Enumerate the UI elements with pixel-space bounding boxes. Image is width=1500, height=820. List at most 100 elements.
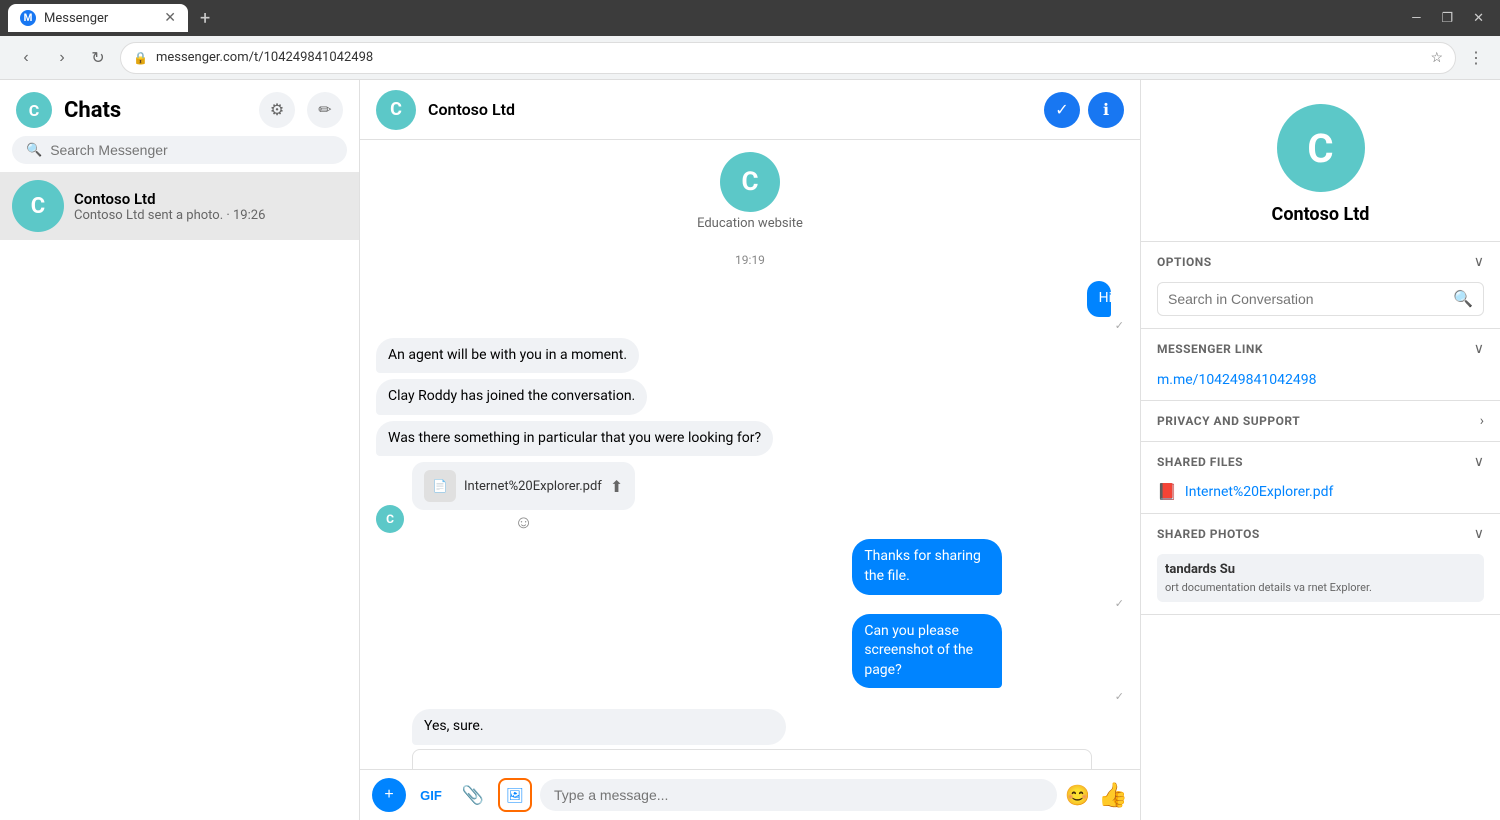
shared-photos-section: SHARED PHOTOS ∨ tandards Su ort document… (1141, 514, 1500, 615)
messenger-link-url[interactable]: m.me/104249841042498 (1157, 372, 1316, 388)
messenger-link-header[interactable]: MESSENGER LINK ∨ (1141, 329, 1500, 369)
messages-container: C Education website 19:19 Hi ✓ An agent … (360, 140, 1140, 769)
chat-header-name: Contoso Ltd (428, 100, 1032, 119)
lock-icon: 🔒 (133, 51, 148, 65)
message-row-file: C 📄 Internet%20Explorer.pdf ⬆ ☺ (376, 462, 1124, 533)
user-avatar[interactable]: C (16, 92, 52, 128)
shared-files-chevron-icon: ∨ (1474, 454, 1484, 470)
chat-header: C Contoso Ltd ✓ ℹ (360, 80, 1140, 140)
new-tab-btn[interactable]: + (192, 8, 218, 29)
shared-files-title: SHARED FILES (1157, 455, 1474, 469)
info-btn[interactable]: ℹ (1088, 92, 1124, 128)
search-input[interactable] (50, 142, 333, 158)
contact-avatar: C (12, 180, 64, 232)
emoji-btn[interactable]: 😊 (1065, 783, 1090, 808)
add-btn[interactable]: + (372, 778, 406, 812)
bookmark-star-icon[interactable]: ☆ (1430, 50, 1443, 66)
message-input-bar: + GIF 📎 🖼 😊 👍 (360, 769, 1140, 820)
verify-btn[interactable]: ✓ (1044, 92, 1080, 128)
gear-btn[interactable]: ⚙ (259, 92, 295, 128)
message-row-system3: Was there something in particular that y… (376, 421, 1124, 457)
shared-photo-thumb-body: ort documentation details va rnet Explor… (1165, 581, 1476, 594)
refresh-btn[interactable]: ↻ (84, 44, 112, 72)
like-btn[interactable]: 👍 (1098, 781, 1128, 810)
profile-name: Contoso Ltd (1272, 204, 1370, 225)
chat-header-actions: ✓ ℹ (1044, 92, 1124, 128)
compose-btn[interactable]: ✏ (307, 92, 343, 128)
tab-label: Messenger (44, 11, 108, 26)
file-icon: 📄 (424, 470, 456, 502)
message-input[interactable] (540, 779, 1057, 811)
screenshot-content: Internet Explorer Standards Supp Documen… (413, 750, 1091, 769)
shared-file-item: 📕 Internet%20Explorer.pdf (1157, 482, 1484, 501)
browser-more-btn[interactable]: ⋮ (1464, 44, 1488, 71)
privacy-section-header[interactable]: PRIVACY AND SUPPORT › (1141, 401, 1500, 441)
shared-photos-title: SHARED PHOTOS (1157, 527, 1474, 541)
restore-btn[interactable]: ❐ (1433, 11, 1461, 26)
file-sender-avatar: C (376, 505, 404, 533)
screenshot-preview: Internet Explorer Standards Supp Documen… (412, 749, 1092, 769)
shared-file-link[interactable]: Internet%20Explorer.pdf (1185, 484, 1333, 500)
search-conversation-input[interactable] (1168, 291, 1445, 307)
app-container: C Chats ⚙ ✏ 🔍 C Contoso Ltd Contoso Ltd … (0, 80, 1500, 820)
shared-files-list: 📕 Internet%20Explorer.pdf (1141, 482, 1500, 513)
image-btn[interactable]: 🖼 (498, 778, 532, 812)
sidebar-header: C Chats ⚙ ✏ (0, 80, 359, 136)
minimize-btn[interactable]: — (1403, 11, 1429, 26)
contact-name: Contoso Ltd (74, 190, 347, 208)
options-chevron-icon: ∨ (1474, 254, 1484, 270)
address-text: messenger.com/t/104249841042498 (156, 50, 1422, 65)
message-bubble-hi: Hi (1087, 281, 1111, 317)
pdf-icon: 📕 (1157, 482, 1177, 501)
shared-files-header[interactable]: SHARED FILES ∨ (1141, 442, 1500, 482)
search-conversation-btn[interactable]: 🔍 (1453, 289, 1473, 309)
address-bar[interactable]: 🔒 messenger.com/t/104249841042498 ☆ (120, 42, 1456, 74)
shared-photos-header[interactable]: SHARED PHOTOS ∨ (1141, 514, 1500, 554)
tab-close-btn[interactable]: ✕ (164, 10, 176, 26)
contact-preview: Contoso Ltd sent a photo. · 19:26 (74, 208, 347, 223)
message-row-system1: An agent will be with you in a moment. (376, 338, 1124, 374)
chat-header-avatar: C (376, 90, 416, 130)
options-section: OPTIONS ∨ 🔍 (1141, 242, 1500, 329)
message-row-system2: Clay Roddy has joined the conversation. (376, 379, 1124, 415)
browser-tab[interactable]: M Messenger ✕ (8, 4, 188, 32)
message-status-screenshot: ✓ (852, 690, 1124, 703)
browser-window-bar: M Messenger ✕ + — ❐ ✕ (0, 0, 1500, 36)
message-bubble-thanks: Thanks for sharing the file. (852, 539, 1001, 594)
attach-btn[interactable]: 📎 (456, 778, 490, 812)
shared-photo-thumb: tandards Su ort documentation details va… (1157, 554, 1484, 602)
contact-item[interactable]: C Contoso Ltd Contoso Ltd sent a photo. … (0, 172, 359, 240)
right-panel: C Contoso Ltd OPTIONS ∨ 🔍 MESSENGER LINK… (1140, 80, 1500, 820)
search-in-conversation[interactable]: 🔍 (1157, 282, 1484, 316)
search-icon: 🔍 (26, 143, 42, 158)
contact-info: Contoso Ltd Contoso Ltd sent a photo. · … (74, 190, 347, 223)
privacy-section: PRIVACY AND SUPPORT › (1141, 401, 1500, 442)
privacy-section-title: PRIVACY AND SUPPORT (1157, 414, 1480, 428)
gif-btn[interactable]: GIF (414, 778, 448, 812)
file-name: Internet%20Explorer.pdf (464, 479, 602, 494)
window-close-btn[interactable]: ✕ (1465, 11, 1492, 26)
contact-header-avatar: C (720, 152, 780, 212)
file-message: 📄 Internet%20Explorer.pdf ⬆ (412, 462, 635, 510)
shared-files-section: SHARED FILES ∨ 📕 Internet%20Explorer.pdf (1141, 442, 1500, 514)
messenger-link-content: m.me/104249841042498 (1141, 369, 1500, 400)
message-row: Hi ✓ (376, 281, 1124, 332)
tab-favicon: M (20, 10, 36, 26)
message-bubble-screenshot: Can you please screenshot of the page? (852, 614, 1001, 689)
file-share-btn[interactable]: ⬆ (610, 477, 623, 496)
search-bar[interactable]: 🔍 (12, 136, 347, 164)
options-section-header[interactable]: OPTIONS ∨ (1141, 242, 1500, 282)
messenger-link-section: MESSENGER LINK ∨ m.me/104249841042498 (1141, 329, 1500, 401)
forward-btn[interactable]: › (48, 44, 76, 72)
system-msg-3: Was there something in particular that y… (376, 421, 773, 457)
system-msg-1: An agent will be with you in a moment. (376, 338, 639, 374)
message-row-thanks: Thanks for sharing the file. ✓ Can you p… (376, 539, 1124, 703)
sidebar-title: Chats (64, 98, 247, 123)
message-bubble-yes: Yes, sure. (412, 709, 786, 745)
back-btn[interactable]: ‹ (12, 44, 40, 72)
message-row-yes: C Yes, sure. Internet Explorer Standards… (376, 709, 1124, 769)
chat-area: C Contoso Ltd ✓ ℹ C Education website 19… (360, 80, 1140, 820)
file-reaction-btn[interactable]: ☺ (412, 512, 635, 533)
message-status: ✓ (1087, 319, 1124, 332)
contact-header-subtitle: Education website (697, 216, 803, 231)
